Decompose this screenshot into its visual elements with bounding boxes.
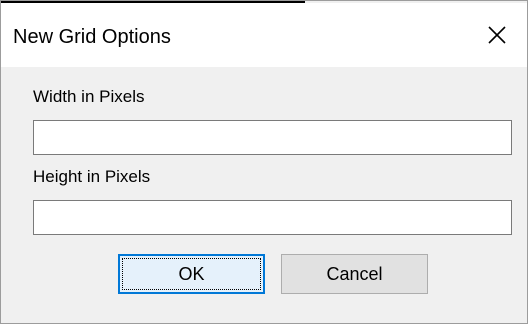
width-label: Width in Pixels [33,87,145,106]
close-icon [488,26,506,44]
ok-button-label: OK [178,263,205,284]
cancel-button-label: Cancel [326,263,383,284]
close-button[interactable] [467,3,527,67]
height-input[interactable] [33,200,512,235]
ok-button[interactable]: OK [118,254,265,294]
title-bar[interactable]: New Grid Options [1,3,527,67]
dialog-window: New Grid Options Width in Pixels Height … [0,0,528,324]
height-label: Height in Pixels [33,167,151,186]
dialog-title: New Grid Options [13,26,171,48]
width-input[interactable] [33,120,512,155]
cancel-button[interactable]: Cancel [281,254,428,294]
